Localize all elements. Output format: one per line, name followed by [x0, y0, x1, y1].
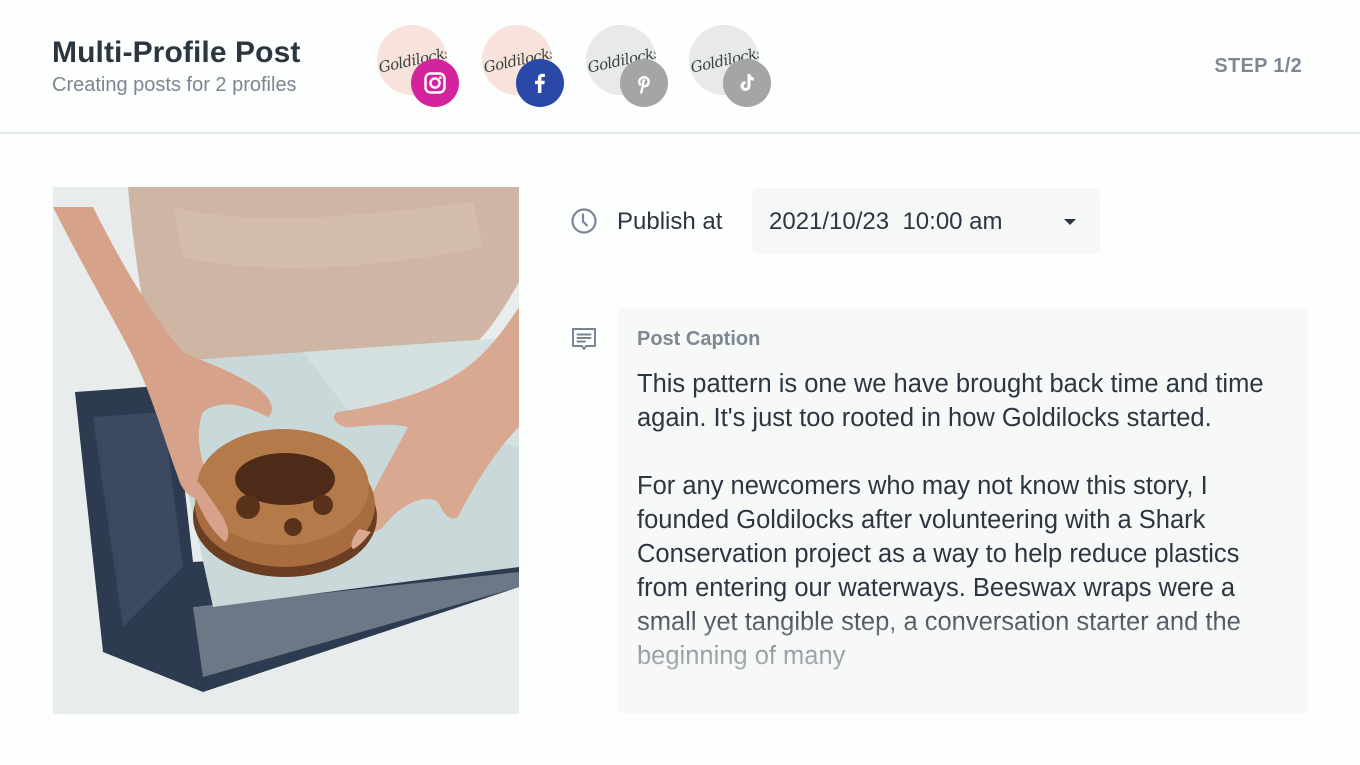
page-header: Multi-Profile Post Creating posts for 2 … — [0, 0, 1360, 134]
facebook-icon — [516, 59, 564, 107]
caption-paragraph: This pattern is one we have brought back… — [637, 370, 1264, 432]
publish-datetime-value: 2021/10/23 10:00 am — [769, 208, 1003, 235]
publish-datetime-select[interactable]: 2021/10/23 10:00 am — [752, 188, 1100, 254]
comment-icon — [570, 326, 598, 354]
post-caption-field[interactable]: Post Caption This pattern is one we have… — [618, 308, 1308, 714]
publish-at-label: Publish at — [617, 208, 723, 235]
post-image[interactable] — [53, 187, 519, 714]
profile-pinterest[interactable]: Goldilocks — [586, 25, 682, 111]
tiktok-icon — [723, 59, 771, 107]
post-caption-label: Post Caption — [637, 328, 761, 350]
page-subtitle: Creating posts for 2 profiles — [52, 74, 297, 96]
post-caption-text[interactable]: This pattern is one we have brought back… — [637, 367, 1287, 707]
step-indicator: STEP 1/2 — [1214, 55, 1302, 77]
profile-tiktok[interactable]: Goldilocks — [689, 25, 785, 111]
profile-facebook[interactable]: Goldilocks — [482, 25, 578, 111]
chevron-down-icon — [1064, 219, 1076, 225]
page-title: Multi-Profile Post — [52, 36, 301, 69]
instagram-icon — [411, 59, 459, 107]
profile-instagram[interactable]: Goldilocks — [377, 25, 473, 111]
post-image-illustration — [53, 187, 519, 714]
caption-paragraph: For any newcomers who may not know this … — [637, 472, 1241, 670]
pinterest-icon — [620, 59, 668, 107]
clock-icon — [570, 207, 598, 235]
